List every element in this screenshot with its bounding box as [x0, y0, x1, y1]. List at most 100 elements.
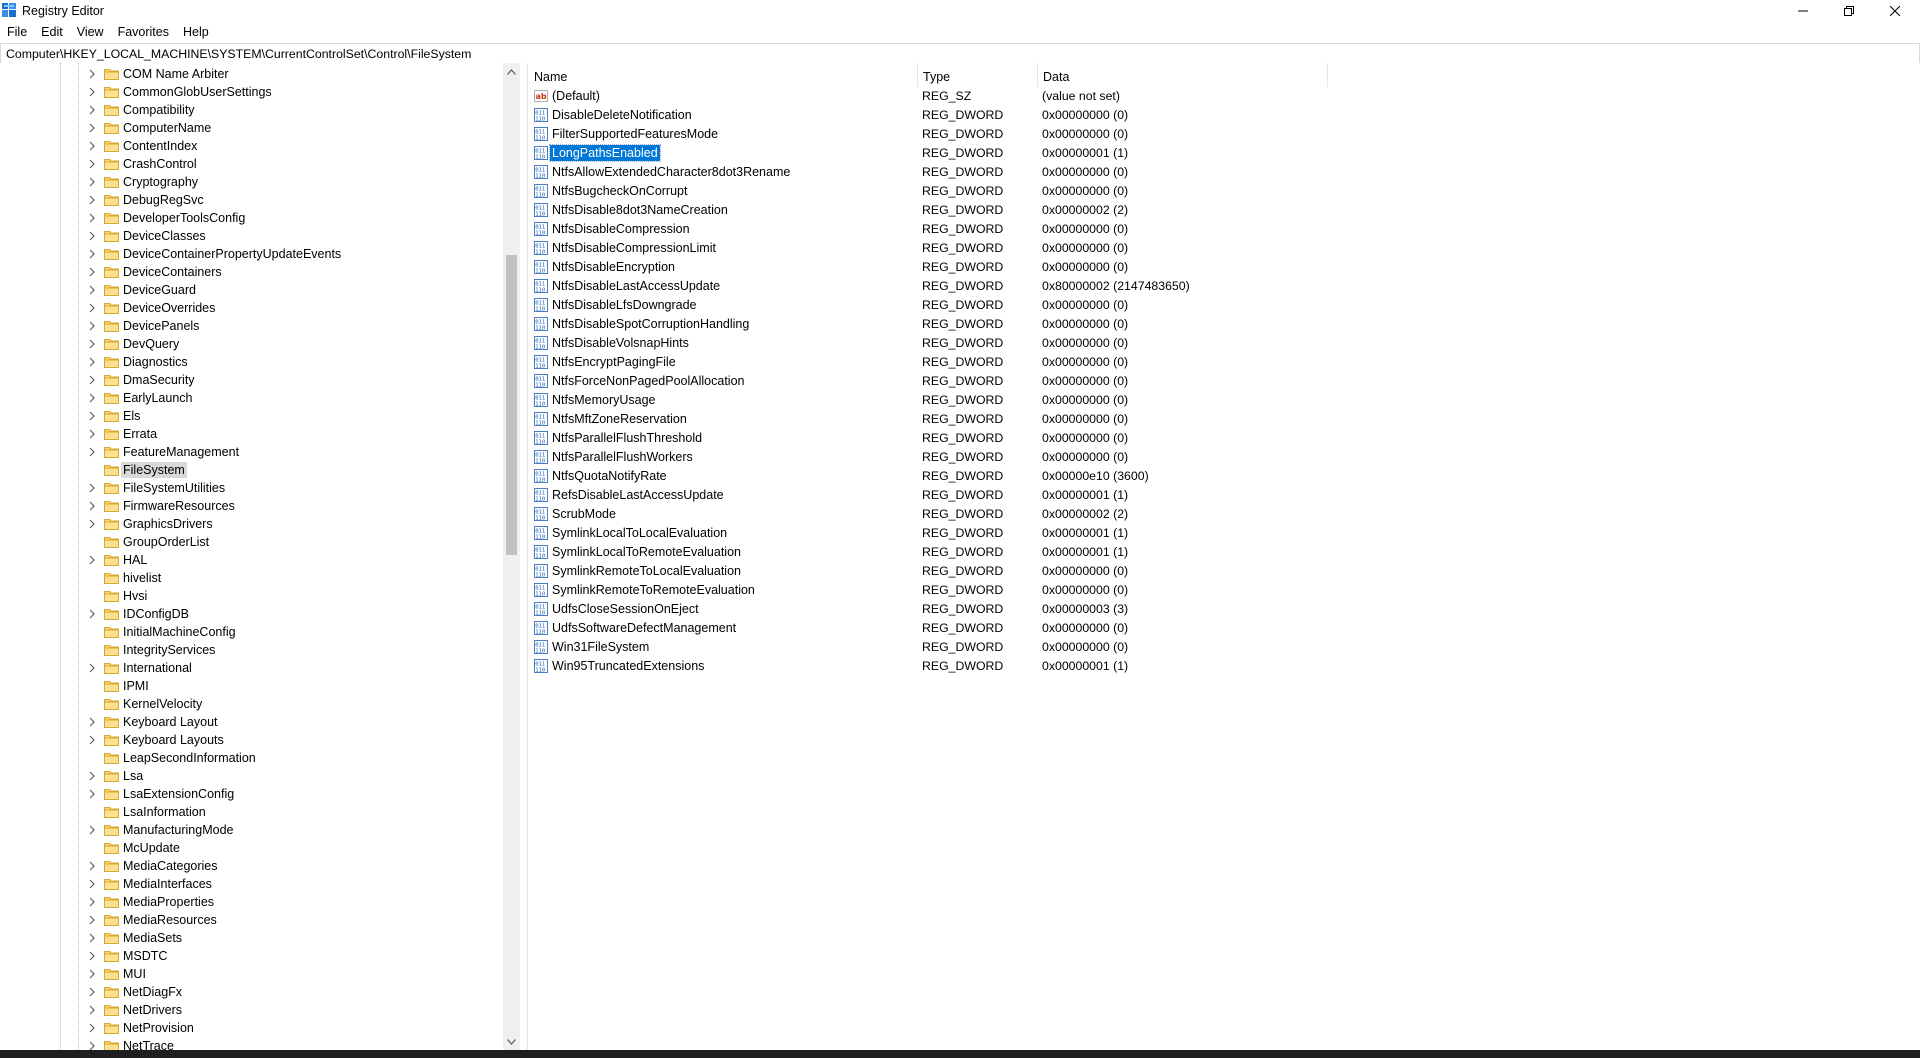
value-row[interactable]: ab (Default) REG_SZ (value not set): [528, 87, 1920, 106]
tree-item[interactable]: DeviceGuard: [0, 281, 500, 299]
tree-item[interactable]: IDConfigDB: [0, 605, 500, 623]
chevron-right-icon[interactable]: [87, 339, 97, 349]
tree-item[interactable]: Els: [0, 407, 500, 425]
chevron-right-icon[interactable]: [87, 987, 97, 997]
scroll-thumb[interactable]: [506, 255, 517, 555]
value-row[interactable]: 011 110 NtfsDisableEncryption REG_DWORD 0x00…: [528, 258, 1920, 277]
chevron-right-icon[interactable]: [87, 105, 97, 115]
tree-item[interactable]: DeviceContainers: [0, 263, 500, 281]
address-path[interactable]: Computer\HKEY_LOCAL_MACHINE\SYSTEM\Curre…: [6, 47, 471, 61]
chevron-right-icon[interactable]: [87, 303, 97, 313]
tree-scrollbar[interactable]: [503, 63, 520, 1050]
tree-item[interactable]: EarlyLaunch: [0, 389, 500, 407]
tree-item[interactable]: CommonGlobUserSettings: [0, 83, 500, 101]
scroll-down-button[interactable]: [503, 1033, 520, 1050]
tree-item[interactable]: Hvsi: [0, 587, 500, 605]
tree-item[interactable]: Diagnostics: [0, 353, 500, 371]
value-row[interactable]: 011 110 NtfsForceNonPagedPoolAllocation REG…: [528, 372, 1920, 391]
value-row[interactable]: 011 110 UdfsCloseSessionOnEject REG_DWORD 0x…: [528, 600, 1920, 619]
value-row[interactable]: 011 110 NtfsDisableCompressionLimit REG_DWO…: [528, 239, 1920, 258]
tree-item[interactable]: KernelVelocity: [0, 695, 500, 713]
value-row[interactable]: 011 110 NtfsDisable8dot3NameCreation REG_DW…: [528, 201, 1920, 220]
tree-item[interactable]: GraphicsDrivers: [0, 515, 500, 533]
tree-item[interactable]: ComputerName: [0, 119, 500, 137]
tree-item[interactable]: DeviceOverrides: [0, 299, 500, 317]
chevron-right-icon[interactable]: [87, 195, 97, 205]
chevron-right-icon[interactable]: [87, 1005, 97, 1015]
value-row[interactable]: 011 110 NtfsMemoryUsage REG_DWORD 0x00000000…: [528, 391, 1920, 410]
tree-item[interactable]: FirmwareResources: [0, 497, 500, 515]
scroll-up-button[interactable]: [503, 63, 520, 80]
tree-item[interactable]: DeviceContainerPropertyUpdateEvents: [0, 245, 500, 263]
chevron-right-icon[interactable]: [87, 375, 97, 385]
chevron-right-icon[interactable]: [87, 231, 97, 241]
value-row[interactable]: 011 110 FilterSupportedFeaturesMode REG_DWO…: [528, 125, 1920, 144]
menu-help[interactable]: Help: [176, 22, 216, 42]
tree-item[interactable]: IPMI: [0, 677, 500, 695]
chevron-right-icon[interactable]: [87, 69, 97, 79]
chevron-right-icon[interactable]: [87, 411, 97, 421]
tree-item[interactable]: GroupOrderList: [0, 533, 500, 551]
tree-item[interactable]: MediaProperties: [0, 893, 500, 911]
tree-item[interactable]: Errata: [0, 425, 500, 443]
tree-item[interactable]: COM Name Arbiter: [0, 65, 500, 83]
minimize-button[interactable]: [1780, 0, 1826, 22]
tree-item[interactable]: Keyboard Layouts: [0, 731, 500, 749]
value-row[interactable]: 011 110 NtfsDisableSpotCorruptionHandling R…: [528, 315, 1920, 334]
tree-item[interactable]: InitialMachineConfig: [0, 623, 500, 641]
chevron-right-icon[interactable]: [87, 141, 97, 151]
value-row[interactable]: 011 110 NtfsDisableVolsnapHints REG_DWORD 0x…: [528, 334, 1920, 353]
tree-item[interactable]: IntegrityServices: [0, 641, 500, 659]
address-bar[interactable]: Computer\HKEY_LOCAL_MACHINE\SYSTEM\Curre…: [0, 43, 1920, 64]
tree-item[interactable]: MediaSets: [0, 929, 500, 947]
value-row[interactable]: 011 110 Win95TruncatedExtensions REG_DWORD 0…: [528, 657, 1920, 676]
tree-item[interactable]: Compatibility: [0, 101, 500, 119]
tree-item[interactable]: International: [0, 659, 500, 677]
chevron-right-icon[interactable]: [87, 483, 97, 493]
chevron-right-icon[interactable]: [87, 663, 97, 673]
chevron-right-icon[interactable]: [87, 897, 97, 907]
value-row[interactable]: 011 110 NtfsQuotaNotifyRate REG_DWORD 0x0000…: [528, 467, 1920, 486]
tree-item[interactable]: Lsa: [0, 767, 500, 785]
chevron-right-icon[interactable]: [87, 159, 97, 169]
value-row[interactable]: 011 110 NtfsDisableLfsDowngrade REG_DWORD 0x…: [528, 296, 1920, 315]
value-row[interactable]: 011 110 NtfsParallelFlushWorkers REG_DWORD 0…: [528, 448, 1920, 467]
column-header-data[interactable]: Data: [1037, 63, 1328, 87]
chevron-right-icon[interactable]: [87, 123, 97, 133]
value-row[interactable]: 011 110 NtfsMftZoneReservation REG_DWORD 0x0…: [528, 410, 1920, 429]
chevron-right-icon[interactable]: [87, 1041, 97, 1050]
value-row[interactable]: 011 110 LongPathsEnabled REG_DWORD 0x0000000…: [528, 144, 1920, 163]
chevron-right-icon[interactable]: [87, 285, 97, 295]
tree-item[interactable]: HAL: [0, 551, 500, 569]
value-row[interactable]: 011 110 NtfsAllowExtendedCharacter8dot3Ren…: [528, 163, 1920, 182]
value-row[interactable]: 011 110 SymlinkLocalToLocalEvaluation REG_D…: [528, 524, 1920, 543]
value-row[interactable]: 011 110 NtfsBugcheckOnCorrupt REG_DWORD 0x00…: [528, 182, 1920, 201]
restore-button[interactable]: [1826, 0, 1872, 22]
value-row[interactable]: 011 110 NtfsDisableCompression REG_DWORD 0x0…: [528, 220, 1920, 239]
value-row[interactable]: 011 110 Win31FileSystem REG_DWORD 0x00000000…: [528, 638, 1920, 657]
column-header-name[interactable]: Name: [528, 63, 918, 87]
chevron-right-icon[interactable]: [87, 879, 97, 889]
tree-item[interactable]: NetDiagFx: [0, 983, 500, 1001]
tree-item[interactable]: hivelist: [0, 569, 500, 587]
chevron-right-icon[interactable]: [87, 609, 97, 619]
chevron-right-icon[interactable]: [87, 825, 97, 835]
tree-item[interactable]: DevicePanels: [0, 317, 500, 335]
tree-item[interactable]: LsaExtensionConfig: [0, 785, 500, 803]
chevron-right-icon[interactable]: [87, 1023, 97, 1033]
tree-item[interactable]: MediaCategories: [0, 857, 500, 875]
tree-item[interactable]: DmaSecurity: [0, 371, 500, 389]
values-pane[interactable]: Name Type Data ab (Default) REG_SZ (value n…: [527, 63, 1920, 1050]
value-row[interactable]: 011 110 SymlinkRemoteToLocalEvaluation REG_…: [528, 562, 1920, 581]
tree-item[interactable]: MediaResources: [0, 911, 500, 929]
chevron-right-icon[interactable]: [87, 177, 97, 187]
chevron-right-icon[interactable]: [87, 969, 97, 979]
chevron-right-icon[interactable]: [87, 249, 97, 259]
tree-item[interactable]: FileSystemUtilities: [0, 479, 500, 497]
tree-item[interactable]: MediaInterfaces: [0, 875, 500, 893]
value-row[interactable]: 011 110 UdfsSoftwareDefectManagement REG_DW…: [528, 619, 1920, 638]
chevron-right-icon[interactable]: [87, 717, 97, 727]
tree-item[interactable]: DebugRegSvc: [0, 191, 500, 209]
chevron-right-icon[interactable]: [87, 861, 97, 871]
chevron-right-icon[interactable]: [87, 915, 97, 925]
